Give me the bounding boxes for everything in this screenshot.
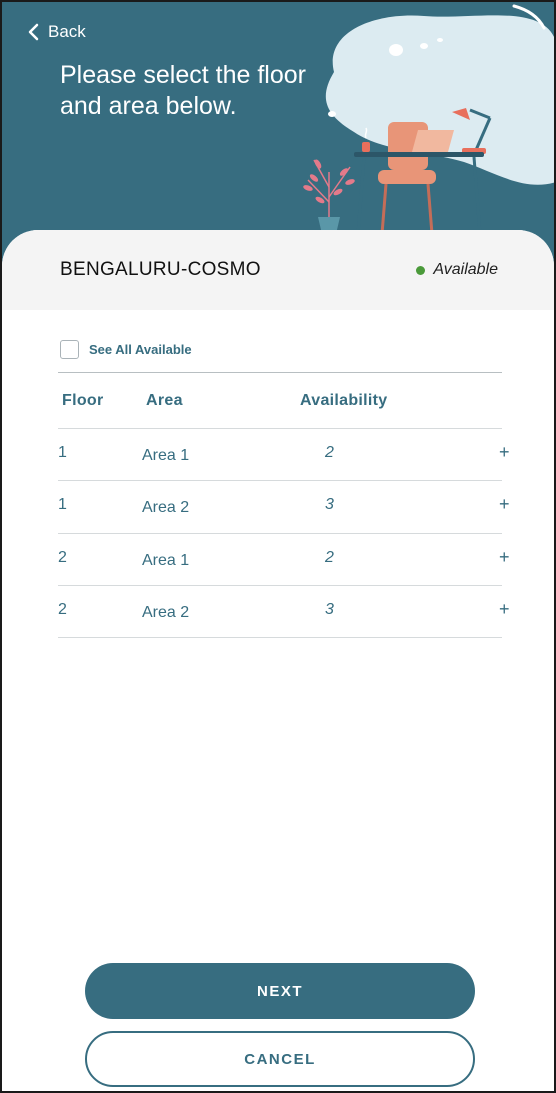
page-title: Please select the floor and area below. [60, 61, 306, 120]
add-icon[interactable]: + [499, 547, 510, 568]
row-area: Area 1 [142, 552, 190, 569]
location-name: BENGALURU-COSMO [60, 259, 261, 280]
row-availability: 2 [325, 549, 334, 566]
back-label: Back [48, 22, 86, 41]
row-area: Area 2 [142, 604, 190, 621]
add-icon[interactable]: + [499, 442, 510, 463]
cancel-button[interactable]: CANCEL [85, 1031, 475, 1087]
selection-card: BENGALURU-COSMO Available See All Availa… [2, 230, 554, 1091]
row-floor: 2 [58, 549, 67, 566]
table-divider [58, 372, 502, 373]
see-all-available-filter[interactable]: See All Available [60, 340, 192, 359]
column-header-floor: Floor [62, 392, 104, 409]
column-header-area: Area [146, 392, 183, 409]
see-all-label: See All Available [89, 342, 192, 357]
table-divider [58, 637, 502, 638]
desk-illustration [303, 4, 554, 234]
see-all-checkbox[interactable] [60, 340, 79, 359]
row-floor: 2 [58, 601, 67, 618]
row-divider [58, 480, 502, 481]
app-frame: Back Please select the floor and area be… [0, 0, 556, 1093]
row-availability: 2 [325, 444, 334, 461]
row-area: Area 1 [142, 447, 190, 464]
add-icon[interactable]: + [499, 599, 510, 620]
location-header: BENGALURU-COSMO Available [2, 230, 554, 310]
table-row: 1 Area 2 3 + [2, 480, 554, 533]
back-button[interactable]: Back [26, 22, 86, 42]
next-button[interactable]: NEXT [85, 963, 475, 1019]
row-floor: 1 [58, 444, 67, 461]
add-icon[interactable]: + [499, 494, 510, 515]
row-divider [58, 428, 502, 429]
status-label: Available [433, 261, 498, 278]
row-area: Area 2 [142, 499, 190, 516]
row-availability: 3 [325, 601, 334, 618]
table-row: 1 Area 1 2 + [2, 428, 554, 481]
row-divider [58, 585, 502, 586]
table-row: 2 Area 1 2 + [2, 533, 554, 586]
row-floor: 1 [58, 496, 67, 513]
row-divider [58, 533, 502, 534]
table-row: 2 Area 2 3 + [2, 585, 554, 638]
availability-status: Available [416, 261, 498, 279]
column-header-availability: Availability [300, 392, 388, 409]
status-dot-icon [416, 265, 426, 275]
chevron-left-icon [28, 23, 39, 41]
row-availability: 3 [325, 496, 334, 513]
